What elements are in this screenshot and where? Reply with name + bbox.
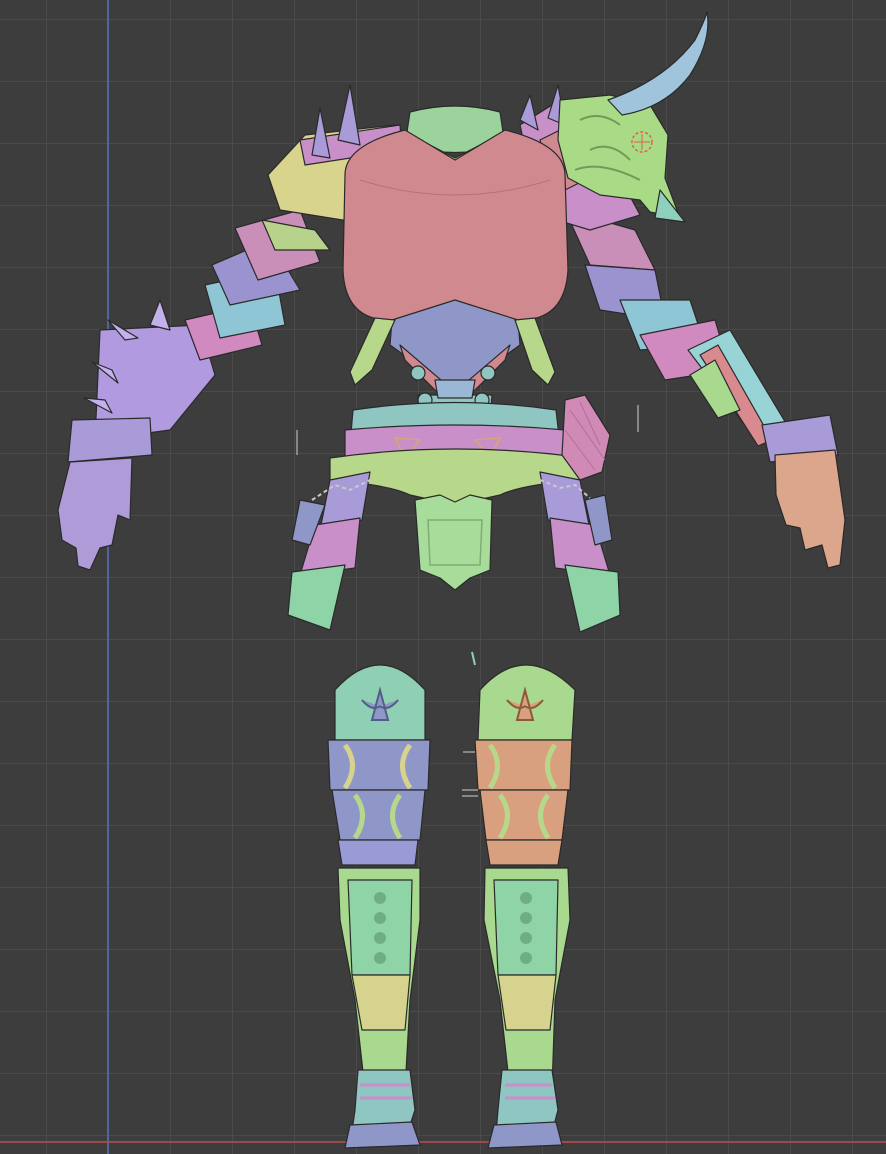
left-greave[interactable] bbox=[327, 664, 431, 1149]
right-tasset[interactable] bbox=[539, 471, 621, 633]
horn[interactable] bbox=[607, 11, 709, 116]
left-tasset[interactable] bbox=[287, 471, 371, 631]
center-tasset[interactable] bbox=[414, 494, 493, 591]
chest-plate[interactable] bbox=[342, 105, 569, 419]
armor-model[interactable] bbox=[0, 0, 886, 1154]
right-greave[interactable] bbox=[474, 664, 576, 1149]
left-gauntlet[interactable] bbox=[57, 299, 216, 571]
3d-viewport[interactable] bbox=[0, 0, 886, 1154]
